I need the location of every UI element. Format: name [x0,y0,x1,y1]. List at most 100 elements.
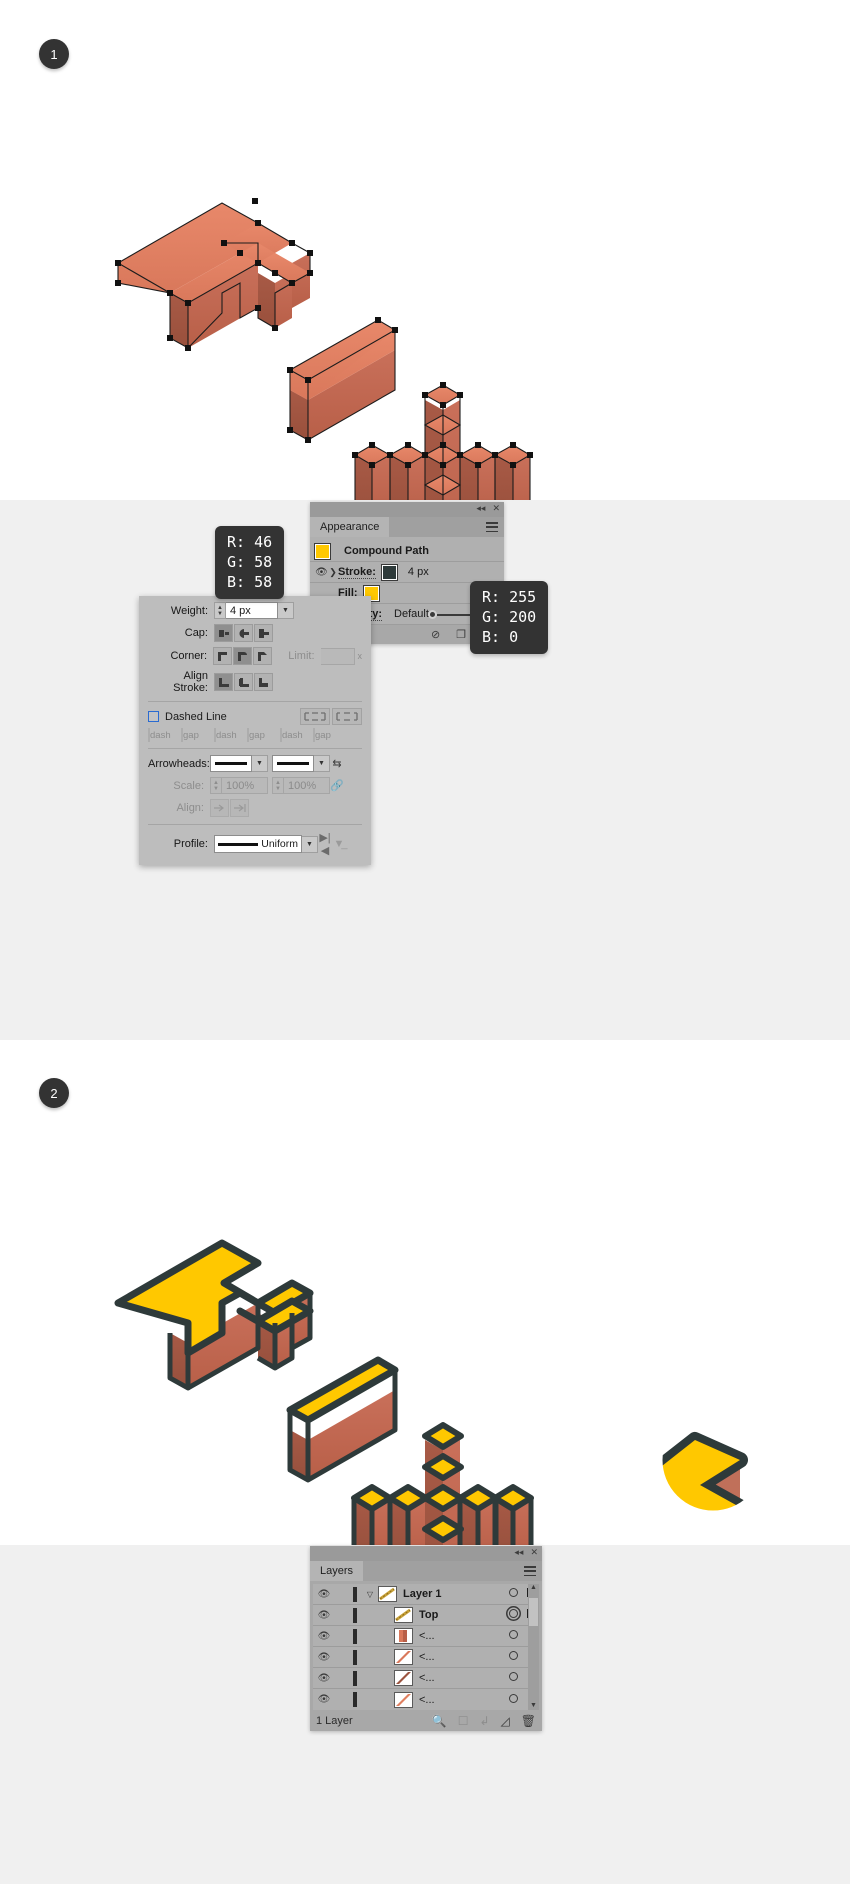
collapse-icon[interactable]: ◂◂ [476,503,485,514]
flip-along-icon[interactable]: ▶|◀ [318,831,332,857]
sublayer-name[interactable]: Top [419,1609,503,1621]
layer-row-layer1[interactable]: 👁 ▽ Layer 1 [313,1584,539,1605]
layers-close-icon[interactable]: ✕ [530,1547,538,1558]
eye-icon[interactable]: 👁 [313,1589,335,1600]
object-fill-swatch[interactable] [314,542,331,560]
arrowhead-end-dropdown-icon[interactable]: ▼ [314,755,330,772]
extend-arrow-beyond-end-button[interactable] [210,799,229,817]
dash-preserve-exact-button[interactable] [300,708,330,725]
butt-cap-button[interactable] [214,624,233,642]
close-icon[interactable]: ✕ [492,503,500,514]
weight-stepper[interactable]: ▲ ▼ [214,602,226,619]
scroll-up-arrow[interactable]: ▲ [528,1584,539,1591]
layer-row-path-4[interactable]: 👁 <... [313,1689,539,1710]
place-arrow-at-end-button[interactable] [230,799,249,817]
dashed-line-row[interactable]: Dashed Line [148,708,362,725]
stroke-weight-value[interactable]: 4 px [408,566,429,578]
new-sublayer-icon[interactable]: ↲ [479,1714,489,1728]
arrowhead-scale-row[interactable]: Scale: ▲ ▼ 100% ▲ ▼ 100% 🔗 [148,777,362,794]
arrow-align-label: Align: [176,802,204,814]
weight-dropdown-icon[interactable]: ▼ [278,602,294,619]
tab-layers[interactable]: Layers [310,1561,364,1581]
target-indicator[interactable] [503,1693,523,1706]
eye-icon[interactable]: 👁 [313,1610,335,1621]
profile-dropdown-icon[interactable]: ▼ [302,835,318,853]
layer-row-path-2[interactable]: 👁 <... [313,1647,539,1668]
chevron-right-icon[interactable]: ❯ [328,567,338,578]
scale-end-stepper[interactable]: ▲ ▼ [272,777,284,794]
flip-across-icon[interactable]: ▼̲ [332,838,346,850]
path-name[interactable]: <... [419,1651,503,1663]
layer-row-top[interactable]: 👁 Top [313,1605,539,1626]
layers-collapse-icon[interactable]: ◂◂ [514,1547,523,1558]
arrowhead-end-select[interactable] [272,755,314,772]
path-name[interactable]: <... [419,1630,503,1642]
scroll-down-arrow[interactable]: ▼ [528,1702,539,1709]
stroke-color-swatch[interactable] [380,563,398,581]
scale-start-stepper[interactable]: ▲ ▼ [210,777,222,794]
layer-name[interactable]: Layer 1 [403,1588,503,1600]
bevel-join-button[interactable] [253,647,273,665]
stroke-panel[interactable]: Weight: ▲ ▼ 4 px ▼ Cap: Corner: Limit: x… [139,596,371,865]
stroke-weight-row[interactable]: Weight: ▲ ▼ 4 px ▼ [148,602,362,619]
delete-layer-icon[interactable]: 🗑 [521,1714,536,1728]
tab-appearance[interactable]: Appearance [310,517,390,537]
make-clip-mask-icon[interactable]: ☐ [458,1714,469,1728]
path-name[interactable]: <... [419,1694,503,1706]
link-scales-icon[interactable]: 🔗 [330,779,344,792]
dashed-line-checkbox[interactable] [148,711,159,722]
dash-gap-fields[interactable]: dash gap dash gap dash gap [148,728,362,742]
arrowhead-align-row[interactable]: Align: [148,799,362,817]
stroke-corner-row[interactable]: Corner: Limit: x [148,647,362,665]
stroke-profile-row[interactable]: Profile: Uniform ▼ ▶|◀ ▼̲ [148,831,362,857]
scrollbar-thumb[interactable] [529,1598,538,1626]
target-indicator[interactable] [503,1609,523,1621]
scale-end-input[interactable]: 100% [284,777,330,794]
layers-scrollbar[interactable]: ▲ ▼ [528,1584,539,1710]
swap-arrowheads-icon[interactable]: ⇆ [330,757,344,770]
stroke-align-row[interactable]: Align Stroke: [148,670,362,694]
weight-input[interactable]: 4 px [226,602,278,619]
new-layer-icon[interactable]: ◿ [501,1714,510,1728]
appearance-stroke-row[interactable]: 👁 ❯ Stroke: 4 px [310,562,504,583]
stroke-cap-row[interactable]: Cap: [148,624,362,642]
appearance-object-row[interactable]: Compound Path [310,541,504,562]
scale-start-input[interactable]: 100% [222,777,268,794]
dash-adjust-to-fit-button[interactable] [332,708,362,725]
locate-icon[interactable]: 🔍 [432,1714,447,1728]
round-join-button[interactable] [233,647,253,665]
target-indicator[interactable] [503,1630,523,1642]
arrowhead-start-select[interactable] [210,755,252,772]
opacity-value[interactable]: Default [394,608,429,620]
layers-list[interactable]: 👁 ▽ Layer 1 👁 Top 👁 <... 👁 <... 👁 <... 👁… [310,1581,542,1710]
eye-icon[interactable]: 👁 [313,1631,335,1642]
target-indicator[interactable] [503,1672,523,1684]
layers-panel[interactable]: ◂◂ ✕ Layers 👁 ▽ Layer 1 👁 Top 👁 <... 👁 <… [310,1546,542,1731]
panel-menu-icon[interactable] [486,522,498,532]
layer-row-path-1[interactable]: 👁 <... [313,1626,539,1647]
chevron-down-icon[interactable]: ▽ [362,1590,378,1599]
layer-row-path-3[interactable]: 👁 <... [313,1668,539,1689]
target-indicator[interactable] [503,1651,523,1663]
arrowheads-row[interactable]: Arrowheads: ▼ ▼ ⇆ [148,755,362,772]
miter-join-button[interactable] [213,647,233,665]
limit-input[interactable] [320,647,355,665]
projecting-cap-button[interactable] [254,624,273,642]
appearance-titlebar: ◂◂ ✕ [310,502,504,517]
eye-icon[interactable]: 👁 [313,1673,335,1684]
layers-panel-menu-icon[interactable] [524,1566,536,1576]
profile-select[interactable]: Uniform [214,835,302,853]
eye-icon[interactable]: 👁 [313,1652,335,1663]
eye-icon[interactable]: 👁 [313,1694,335,1705]
arrowhead-start-dropdown-icon[interactable]: ▼ [252,755,268,772]
align-center-button[interactable] [214,673,233,691]
align-inside-button[interactable] [234,673,253,691]
align-outside-button[interactable] [254,673,273,691]
profile-label: Profile: [173,838,208,850]
clear-appearance-icon[interactable]: ⊘ [431,628,440,641]
visibility-eye-icon[interactable]: 👁 [315,567,328,578]
target-indicator[interactable] [503,1588,523,1600]
path-name[interactable]: <... [419,1672,503,1684]
round-cap-button[interactable] [234,624,253,642]
duplicate-item-icon[interactable]: ❐ [456,628,466,641]
